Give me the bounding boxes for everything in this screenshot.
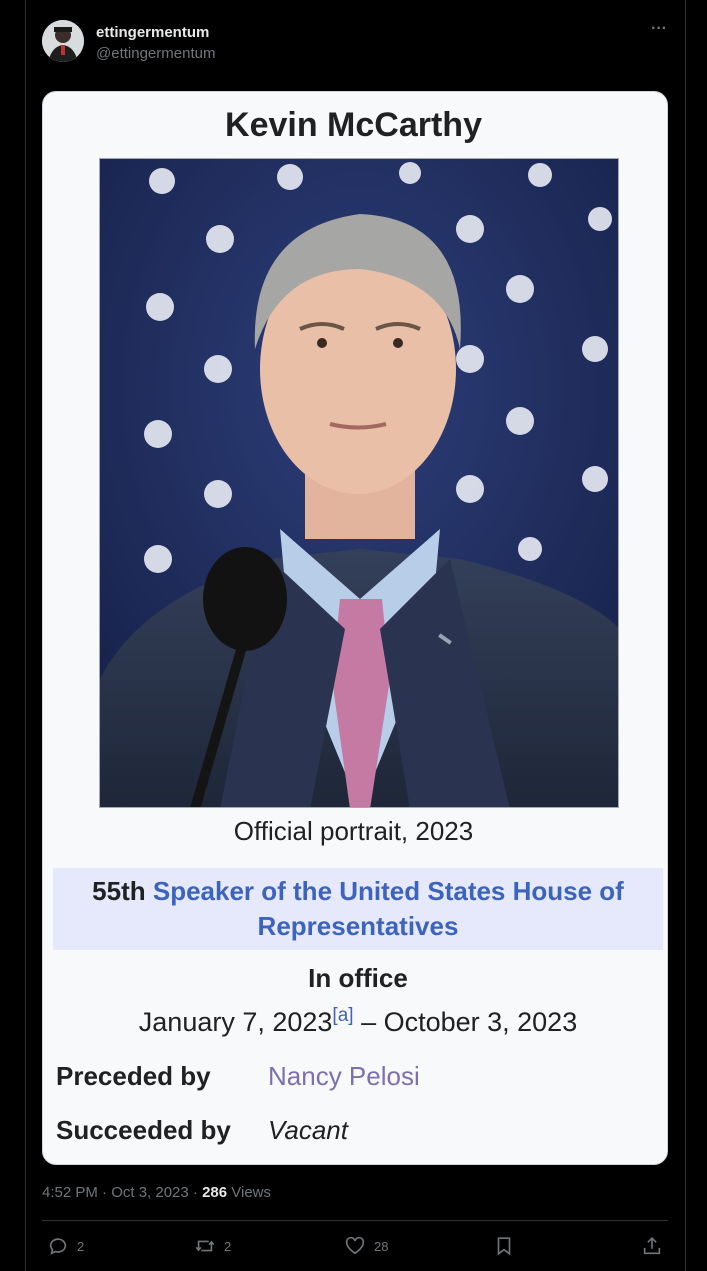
views-label: Views [227, 1184, 272, 1201]
repost-button[interactable]: 2 [194, 1234, 231, 1258]
bookmark-button[interactable] [493, 1234, 515, 1258]
office-ordinal: 55th [92, 876, 146, 906]
portrait-caption: Official portrait, 2023 [233, 816, 474, 846]
term-end: – October 3, 2023 [361, 1007, 578, 1037]
heart-icon [345, 1236, 365, 1255]
succeeded-by-value: Vacant [268, 1115, 348, 1145]
bookmark-icon [497, 1237, 511, 1256]
repost-count: 2 [224, 1238, 232, 1254]
infobox-title: Kevin McCarthy [225, 106, 482, 144]
views-count: 286 [202, 1184, 228, 1201]
post-meta: 4:52 PM · Oct 3, 2023 · 286 Views [42, 1184, 271, 1201]
share-button[interactable] [641, 1234, 663, 1258]
display-name[interactable]: ettingermentum [96, 24, 209, 41]
in-office-label: In office [308, 963, 408, 993]
preceded-by-link[interactable]: Nancy Pelosi [268, 1061, 420, 1092]
term-dates: January 7, 2023[a] – October 3, 2023 [0, 1005, 707, 1038]
avatar[interactable] [42, 20, 84, 62]
term-start: January 7, 2023 [138, 1007, 333, 1037]
user-handle[interactable]: @ettingermentum [96, 45, 215, 62]
like-count: 28 [374, 1238, 389, 1254]
preceded-by-label: Preceded by [56, 1061, 211, 1091]
post-timestamp[interactable]: 4:52 PM · Oct 3, 2023 · [42, 1184, 202, 1201]
more-options-icon[interactable]: ··· [648, 18, 670, 40]
reply-count: 2 [77, 1238, 85, 1254]
reply-icon [49, 1238, 67, 1255]
footnote-link[interactable]: [a] [332, 1005, 353, 1026]
reply-button[interactable]: 2 [47, 1234, 84, 1258]
repost-icon [195, 1240, 215, 1252]
succeeded-by-label: Succeeded by [56, 1115, 231, 1145]
portrait-image [99, 158, 619, 808]
like-button[interactable]: 28 [344, 1234, 388, 1258]
share-icon [643, 1237, 661, 1255]
divider [42, 1220, 668, 1221]
office-link[interactable]: Speaker of the United States House of Re… [153, 876, 624, 941]
office-title: 55th Speaker of the United States House … [53, 874, 663, 944]
